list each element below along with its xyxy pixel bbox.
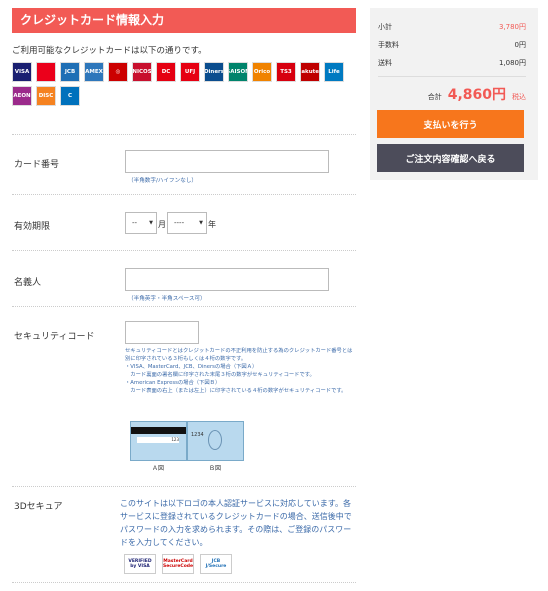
- card-a-label: Ａ図: [152, 465, 165, 472]
- card-logo-diners: Diners: [204, 62, 224, 82]
- section-title: クレジットカード情報入力: [12, 8, 356, 33]
- card-b-label: Ｂ図: [209, 465, 222, 472]
- intro-text: ご利用可能なクレジットカードは以下の通りです。: [12, 46, 207, 56]
- fee-label: 手数料: [378, 41, 399, 49]
- expiry-row: 有効期限 -- ▼ 月 ---- ▼ 年: [12, 194, 356, 251]
- expiry-label: 有効期限: [14, 222, 51, 232]
- expiry-month-value: --: [132, 219, 138, 227]
- card-logo-cedyna: C: [60, 86, 80, 106]
- card-logo-dc: DC: [156, 62, 176, 82]
- card-logo-list: VISA JCBAMEX◎NICOSDCUFJDinersSAISONOricoT…: [12, 62, 352, 106]
- security-line: ・VISA、MasterCard、JCB、Dinersの場合（下図Ａ）: [125, 364, 258, 370]
- card-number-note: （半角数字/ハイフンなし）: [128, 178, 198, 184]
- total-line: 合計 4,860円 税込: [428, 84, 526, 104]
- name-label: 名義人: [14, 278, 42, 288]
- three-d-logo-list: VERIFIED by VISA MasterCard SecureCode JCB…: [124, 554, 232, 574]
- subtotal-label: 小計: [378, 23, 392, 31]
- card-logo-saison-card: SAISON: [228, 62, 248, 82]
- three-d-logo-1: VERIFIED by VISA: [124, 554, 156, 574]
- chevron-down-icon: ▼: [149, 220, 153, 226]
- shipping-label: 送料: [378, 59, 392, 67]
- security-code-input[interactable]: [125, 321, 199, 344]
- month-unit: 月: [158, 220, 166, 229]
- card-number-input[interactable]: [125, 150, 329, 173]
- expiry-year-select[interactable]: ---- ▼: [167, 212, 207, 234]
- total-label: 合計: [427, 93, 442, 101]
- expiry-year-value: ----: [174, 219, 185, 227]
- card-a-number: 123: [137, 437, 179, 443]
- card-logo-ufj: UFJ: [180, 62, 200, 82]
- expiry-month-select[interactable]: -- ▼: [125, 212, 157, 234]
- card-logo-visa: VISA: [12, 62, 32, 82]
- subtotal-line: 小計 3,780円: [378, 22, 526, 32]
- three-d-logo-2: MasterCard SecureCode: [162, 554, 194, 574]
- security-line: ・American Expressの場合（下図Ｂ）: [125, 380, 221, 386]
- card-logo-amex: AMEX: [84, 62, 104, 82]
- card-logo-aeon: AEON: [12, 86, 32, 106]
- cardholder-name-note: （半角英字・半角スペース可）: [128, 296, 206, 302]
- card-logo-ts3: TS3: [276, 62, 296, 82]
- three-d-label: 3Dセキュア: [14, 502, 63, 512]
- security-row: セキュリティコード セキュリティコードとはクレジットカードの不正利用を防止する為…: [12, 306, 356, 487]
- card-b-number: 1234: [191, 432, 204, 438]
- fee-value: 0円: [514, 41, 526, 49]
- total-value: 4,860円: [447, 87, 506, 103]
- three-d-logo-3: JCB J/Secure: [200, 554, 232, 574]
- payment-panel: クレジットカード情報入力 ご利用可能なクレジットカードは以下の通りです。 VIS…: [12, 8, 356, 583]
- card-logo-saison: ◎: [108, 62, 128, 82]
- chevron-down-icon: ▼: [199, 220, 203, 226]
- shipping-value: 1,080円: [498, 59, 526, 67]
- card-logo-nicos: NICOS: [132, 62, 152, 82]
- subtotal-value: 3,780円: [498, 23, 526, 31]
- card-logo-rakuten: Rakuten: [300, 62, 320, 82]
- order-summary: 小計 3,780円 手数料 0円 送料 1,080円 合計 4,860円 税込 …: [370, 8, 538, 180]
- card-logo-jcb: JCB: [60, 62, 80, 82]
- card-logo-orico: Orico: [252, 62, 272, 82]
- three-d-description: このサイトは以下ロゴの本人認証サービスに対応しています。各サービスに登録されてい…: [120, 499, 352, 547]
- name-row: 名義人 （半角英字・半角スペース可）: [12, 250, 356, 307]
- back-to-confirmation-button[interactable]: ご注文内容確認へ戻る: [377, 144, 524, 172]
- shipping-line: 送料 1,080円: [378, 58, 526, 68]
- pay-button[interactable]: 支払いを行う: [377, 110, 524, 138]
- card-number-row: カード番号 （半角数字/ハイフンなし）: [12, 134, 356, 195]
- security-explanation: セキュリティコードとはクレジットカードの不正利用を防止する為のクレジットカード番…: [125, 347, 355, 395]
- fee-line: 手数料 0円: [378, 40, 526, 50]
- card-back-illustration: 123: [130, 421, 187, 461]
- card-front-illustration: 1234: [187, 421, 244, 461]
- card-number-label: カード番号: [14, 160, 60, 170]
- security-line: カード裏面の署名欄に印字された末尾３桁の数字がセキュリティコードです。: [125, 372, 315, 378]
- card-logo-mastercard: [36, 62, 56, 82]
- security-line: セキュリティコードとはクレジットカードの不正利用を防止する為のクレジットカード番…: [125, 348, 353, 362]
- card-logo-life: Life: [324, 62, 344, 82]
- card-logo-discover: DISC: [36, 86, 56, 106]
- tax-label: 税込: [512, 93, 526, 101]
- security-line: カード表面の右上（または左上）に印字されている４桁の数字がセキュリティコードです…: [125, 388, 347, 394]
- security-label: セキュリティコード: [14, 332, 95, 342]
- cardholder-name-input[interactable]: [125, 268, 329, 291]
- three-d-row: 3Dセキュア このサイトは以下ロゴの本人認証サービスに対応しています。各サービス…: [12, 486, 356, 583]
- year-unit: 年: [208, 220, 216, 229]
